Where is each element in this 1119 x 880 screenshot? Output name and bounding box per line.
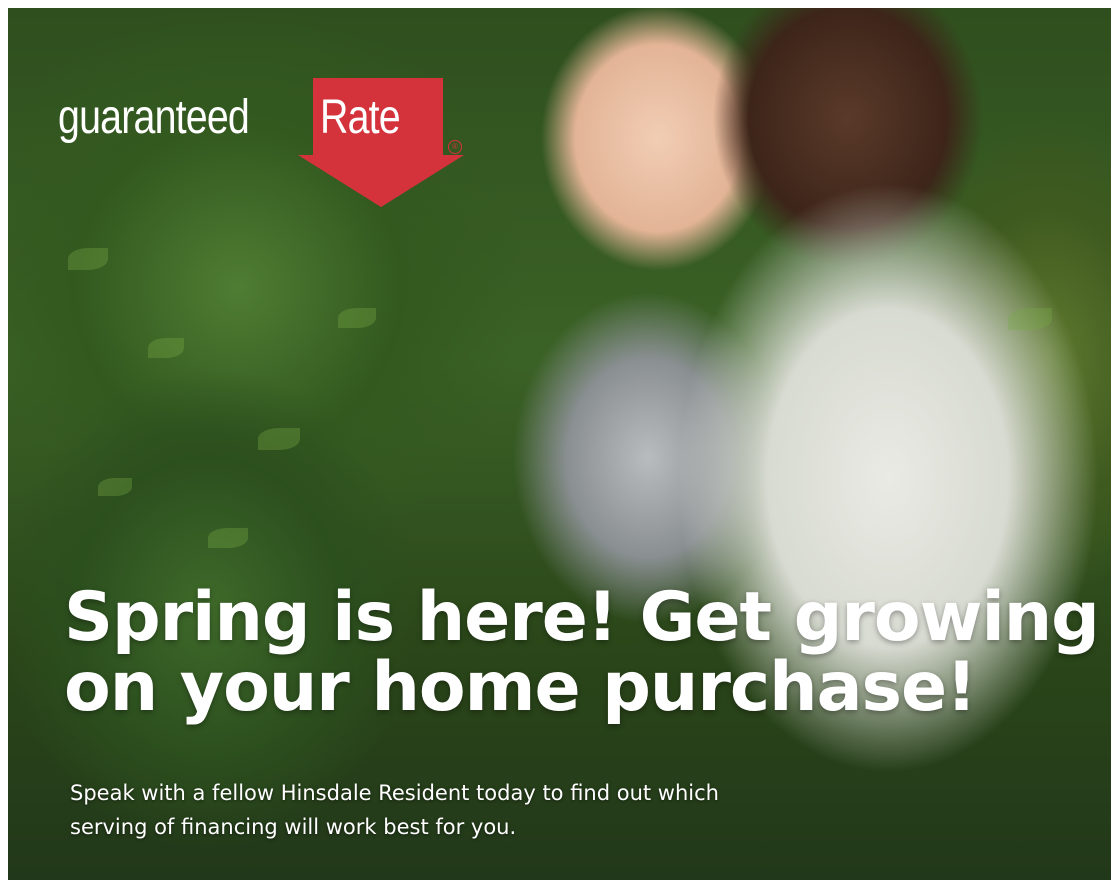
logo-word-guaranteed: guaranteed — [58, 91, 250, 144]
foliage-leaf — [1008, 308, 1052, 330]
foliage-leaf — [258, 428, 300, 450]
brand-logo: guaranteed Rate ® — [58, 78, 478, 218]
registered-mark-icon: ® — [448, 140, 462, 154]
foliage-leaf — [68, 248, 108, 270]
foliage-leaf — [338, 308, 376, 328]
foliage-leaf — [208, 528, 248, 548]
logo-word-rate: Rate — [320, 91, 401, 144]
advertisement-banner: guaranteed Rate ® Spring is here! Get gr… — [8, 8, 1111, 880]
foliage-leaf — [148, 338, 184, 358]
headline: Spring is here! Get growing on your home… — [64, 578, 1100, 727]
foliage-leaf — [98, 478, 132, 496]
logo-down-arrow-icon — [298, 155, 464, 207]
subtext: Speak with a fellow Hinsdale Resident to… — [70, 781, 719, 839]
